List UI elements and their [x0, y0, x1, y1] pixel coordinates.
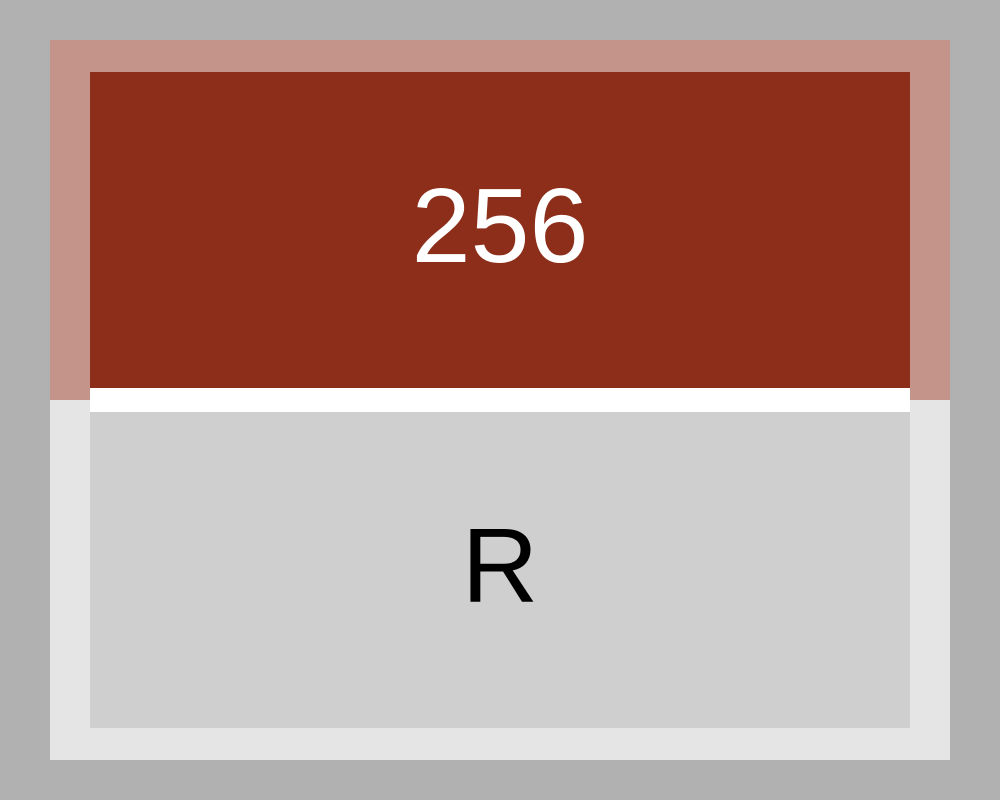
- value-card: 256 R: [50, 40, 950, 760]
- label-panel: R: [90, 412, 910, 728]
- panel-divider: [90, 388, 910, 412]
- label-display: R: [461, 507, 539, 625]
- value-panel: 256: [90, 72, 910, 388]
- value-display: 256: [411, 167, 589, 285]
